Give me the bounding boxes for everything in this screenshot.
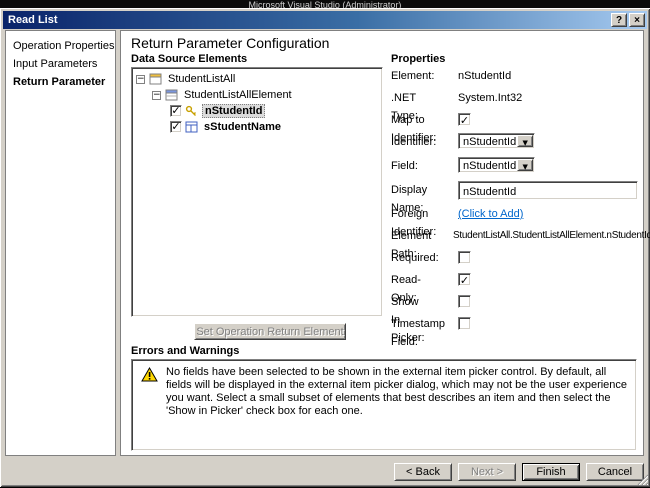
set-operation-return-element-button[interactable]: Set Operation Return Element: [194, 323, 346, 340]
tree-node-label[interactable]: StudentListAllElement: [182, 89, 294, 101]
field-icon: [185, 121, 199, 133]
warning-icon: [141, 366, 158, 385]
data-source-tree[interactable]: − StudentListAll − StudentListAllElement…: [131, 67, 383, 317]
dialog-titlebar[interactable]: Read List ? ×: [3, 11, 647, 29]
collapse-icon[interactable]: −: [136, 74, 145, 84]
field-combobox[interactable]: nStudentId ▼: [458, 157, 536, 173]
tree-node-label[interactable]: sStudentName: [202, 121, 283, 133]
entity-icon: [149, 73, 163, 85]
background-window-title: Microsoft Visual Studio (Administrator): [0, 0, 650, 8]
close-icon[interactable]: ×: [629, 13, 645, 27]
net-type-value: System.Int32: [458, 92, 523, 104]
wizard-step-sidebar: Operation Properties Input Parameters Re…: [5, 30, 116, 456]
display-name-input[interactable]: [458, 181, 638, 200]
field-label: Field:: [391, 160, 418, 172]
sidebar-item-operation-properties[interactable]: Operation Properties: [6, 37, 115, 55]
help-icon[interactable]: ?: [611, 13, 627, 27]
collapse-icon[interactable]: −: [152, 90, 161, 100]
properties-label: Properties: [391, 53, 446, 65]
tree-node-nstudentid[interactable]: ✓ nStudentId: [132, 103, 382, 119]
key-icon: [185, 105, 199, 117]
warning-message: No fields have been selected to be shown…: [166, 366, 628, 417]
field-checkbox[interactable]: ✓: [170, 104, 182, 117]
show-in-picker-checkbox[interactable]: [458, 295, 471, 308]
timestamp-field-checkbox[interactable]: [458, 317, 471, 330]
dropdown-arrow-icon[interactable]: ▼: [517, 135, 534, 147]
sidebar-item-return-parameter[interactable]: Return Parameter: [6, 73, 115, 91]
read-list-dialog: Read List ? × Operation Properties Input…: [0, 8, 650, 487]
main-panel: Return Parameter Configuration Data Sour…: [120, 30, 650, 456]
data-source-elements-label: Data Source Elements: [131, 53, 248, 65]
errors-and-warnings-label: Errors and Warnings: [131, 345, 240, 357]
element-value: nStudentId: [458, 70, 512, 82]
tree-node-studentlistallelement[interactable]: − StudentListAllElement: [132, 87, 382, 103]
footer-buttons: < Back Next > Finish Cancel: [394, 463, 644, 481]
element-icon: [165, 89, 179, 101]
dropdown-arrow-icon[interactable]: ▼: [517, 159, 534, 171]
page-title: Return Parameter Configuration: [131, 35, 330, 51]
tree-node-label[interactable]: nStudentId: [202, 104, 266, 118]
map-to-identifier-checkbox[interactable]: ✓: [458, 113, 471, 127]
element-label: Element:: [391, 70, 435, 82]
tree-node-label[interactable]: StudentListAll: [166, 73, 237, 85]
read-only-checkbox[interactable]: ✓: [458, 273, 471, 287]
identifier-combobox[interactable]: nStudentId ▼: [458, 133, 536, 149]
dialog-title: Read List: [8, 14, 58, 26]
required-checkbox[interactable]: [458, 251, 471, 264]
tree-node-studentlistall[interactable]: − StudentListAll: [132, 71, 382, 87]
finish-button[interactable]: Finish: [522, 463, 580, 481]
timestamp-field-label: Timestamp Field:: [391, 318, 445, 348]
warnings-panel: No fields have been selected to be shown…: [131, 359, 637, 451]
element-path-value: StudentListAll.StudentListAllElement.nSt…: [453, 230, 650, 241]
foreign-identifier-add-link[interactable]: (Click to Add): [458, 208, 523, 220]
resize-grip[interactable]: [635, 472, 649, 486]
next-button[interactable]: Next >: [458, 463, 516, 481]
identifier-label: Identifier:: [391, 136, 437, 148]
required-label: Required:: [391, 252, 439, 264]
field-checkbox[interactable]: ✓: [170, 120, 182, 133]
back-button[interactable]: < Back: [394, 463, 452, 481]
sidebar-item-input-parameters[interactable]: Input Parameters: [6, 55, 115, 73]
